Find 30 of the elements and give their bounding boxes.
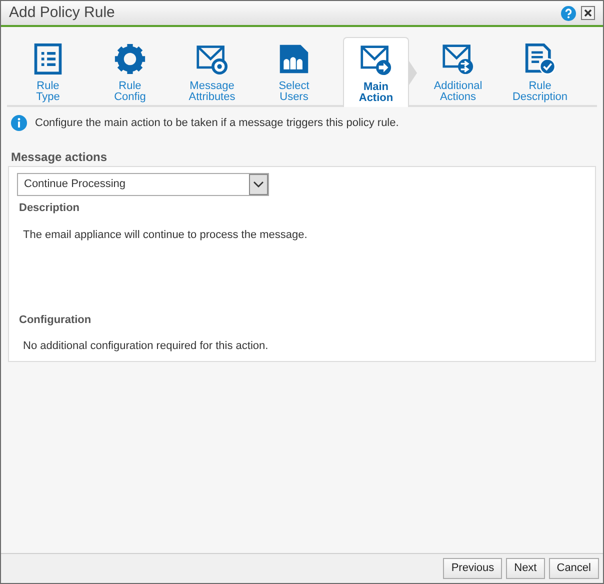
envelope-arrows-icon xyxy=(442,43,474,75)
document-list-icon xyxy=(32,43,64,75)
description-heading: Description xyxy=(19,200,80,216)
envelope-gear-icon xyxy=(196,43,228,75)
section-label: Message actions xyxy=(11,148,108,166)
envelope-arrow-icon xyxy=(360,44,392,76)
wizard-step[interactable]: Message Attributes xyxy=(179,37,245,107)
gear-icon xyxy=(114,43,146,75)
wizard-step[interactable]: Select Users xyxy=(261,37,327,107)
action-dropdown[interactable]: Continue Processing xyxy=(17,172,269,196)
wizard-step[interactable]: Main Action xyxy=(343,37,409,107)
wizard-step[interactable]: Rule Description xyxy=(507,37,573,107)
document-check-icon xyxy=(524,43,556,75)
close-icon[interactable] xyxy=(581,6,595,20)
wizard-step[interactable]: Rule Config xyxy=(97,37,163,107)
step-pointer xyxy=(409,61,417,85)
wizard-step[interactable]: Additional Actions xyxy=(425,37,491,107)
window-title: Add Policy Rule xyxy=(9,2,116,23)
footer-button[interactable]: Next xyxy=(506,558,545,579)
info-icon xyxy=(11,115,27,132)
wizard-step[interactable]: Rule Type xyxy=(15,37,81,107)
description-text: The email appliance will continue to process the message. xyxy=(23,228,308,243)
configuration-heading: Configuration xyxy=(19,312,92,328)
configuration-text: No additional configuration required for this action. xyxy=(23,339,268,354)
footer-button[interactable]: Cancel xyxy=(548,558,599,579)
caret-icon xyxy=(249,174,268,194)
people-icon xyxy=(278,43,310,75)
info-text: Configure the main action to be taken if a message triggers this policy rule. xyxy=(35,116,399,131)
help-icon[interactable] xyxy=(561,6,576,20)
footer-button[interactable]: Previous xyxy=(443,558,502,579)
